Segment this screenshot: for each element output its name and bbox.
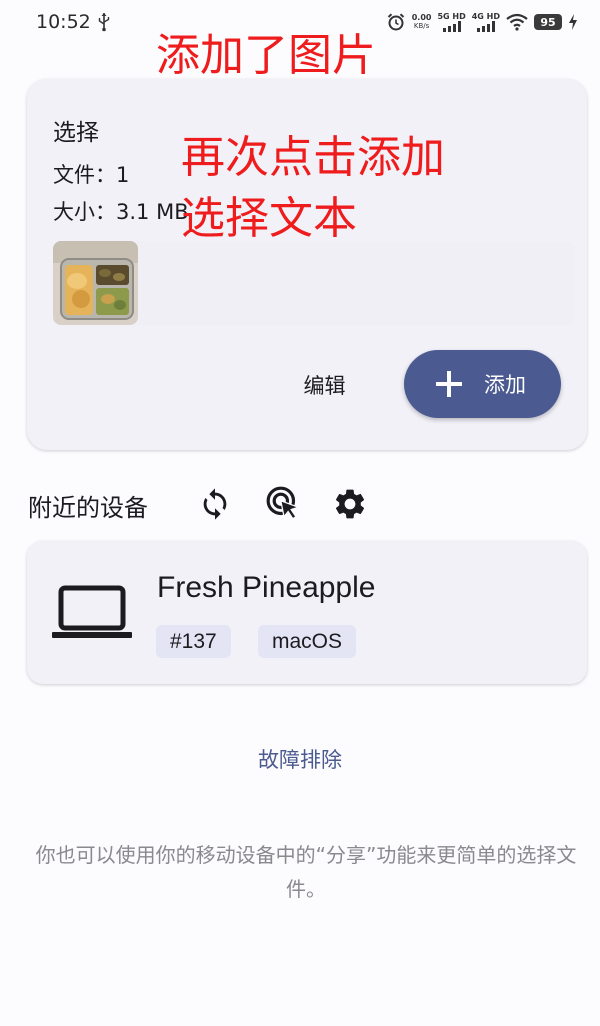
selection-file-count: 文件：1 [53,163,130,187]
signal-bars-icon [442,21,461,32]
selection-title: 选择 [53,120,99,146]
status-icons: 0.00 KB/s 5G HD 4G HD 95 [386,10,578,34]
selection-size: 大小：3.1 MB [53,200,189,224]
add-button[interactable]: 添加 [404,350,561,418]
net-5g-label: 5G HD [437,12,466,21]
device-name: Fresh Pineapple [157,571,376,604]
device-tag-id: #137 [156,625,231,658]
speed-unit: KB/s [413,22,430,30]
alarm-icon [387,13,404,31]
usb-icon [98,13,110,32]
plus-icon [436,371,462,397]
signal-bars-icon [476,21,495,32]
signal-4g: 4G HD [472,12,500,32]
share-hint-text: 你也可以使用你的移动设备中的“分享”功能来更简单的选择文件。 [35,843,577,901]
status-time: 10:52 [36,11,91,33]
troubleshoot-link[interactable]: 故障排除 [0,744,600,774]
nearby-devices-title: 附近的设备 [28,494,148,522]
device-tag-os: macOS [258,625,357,658]
charging-icon [569,14,577,30]
app-screen: 10:52 0.00 KB/s 5G HD 4G HD 95 选择 文件：1 大… [0,0,600,1026]
annotation-select-text: 选择文本 [181,193,357,244]
gear-icon[interactable] [328,482,372,526]
wifi-icon [506,13,528,31]
battery-indicator: 95 [534,14,562,30]
edit-button[interactable]: 编辑 [287,367,362,403]
device-card[interactable]: Fresh Pineapple #137 macOS [27,541,587,684]
speed-value: 0.00 [411,13,432,22]
target-cursor-icon[interactable] [262,482,306,526]
thumbnail-strip [53,241,575,325]
signal-5g: 5G HD [437,12,466,32]
network-speed: 0.00 KB/s [412,13,432,31]
annotation-click-again: 再次点击添加 [181,132,445,183]
refresh-icon[interactable] [193,482,237,526]
annotation-image-added: 添加了图片 [156,30,376,81]
net-4g-label: 4G HD [471,12,500,21]
image-thumbnail[interactable] [53,241,138,325]
laptop-icon [52,585,132,638]
add-button-label: 添加 [484,373,526,397]
